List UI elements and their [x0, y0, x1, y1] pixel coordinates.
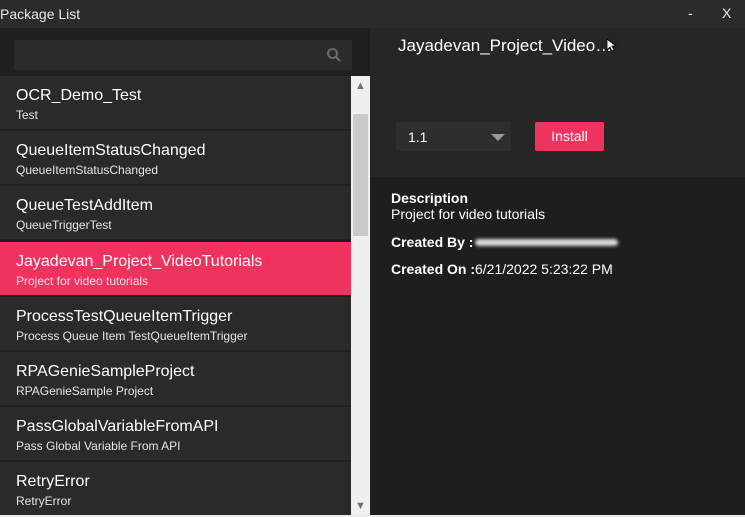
description-heading: Description	[391, 190, 469, 206]
package-description: Test	[16, 108, 39, 122]
list-item-selected[interactable]: Jayadevan_Project_VideoTutorials Project…	[0, 242, 351, 296]
package-description: RetryError	[16, 494, 72, 508]
scrollbar-thumb[interactable]	[353, 114, 368, 236]
package-name: ProcessTestQueueItemTrigger	[16, 308, 233, 325]
package-description: Project for video tutorials	[16, 274, 149, 288]
description-text: Project for video tutorials	[391, 206, 546, 222]
created-on-label: Created On :	[391, 261, 476, 277]
detail-header: Jayadevan_Project_Video… 1.1 Install	[370, 28, 745, 177]
list-item[interactable]: RPAGenieSampleProject RPAGenieSample Pro…	[0, 352, 351, 406]
minimize-button[interactable]: -	[688, 5, 693, 21]
list-item[interactable]: ProcessTestQueueItemTrigger Process Queu…	[0, 297, 351, 351]
package-name: QueueItemStatusChanged	[16, 142, 206, 159]
title-bar: Package List - X	[0, 0, 745, 28]
scroll-up-icon[interactable]: ▲	[351, 76, 370, 95]
package-title: Jayadevan_Project_Video…	[398, 36, 613, 55]
close-button[interactable]: X	[722, 5, 731, 21]
list-item[interactable]: OCR_Demo_Test Test	[0, 76, 351, 130]
package-description: RPAGenieSample Project	[16, 384, 154, 398]
package-description: Process Queue Item TestQueueItemTrigger	[16, 329, 248, 343]
created-by-redacted	[475, 239, 618, 246]
search-icon[interactable]	[326, 47, 342, 63]
created-on-value: 6/21/2022 5:23:22 PM	[475, 261, 613, 277]
package-name: QueueTestAddItem	[16, 197, 153, 214]
mouse-cursor-icon	[606, 38, 618, 52]
version-value: 1.1	[408, 129, 428, 145]
window-title: Package List	[0, 6, 81, 22]
chevron-down-icon	[491, 134, 505, 141]
list-item[interactable]: PassGlobalVariableFromAPI Pass Global Va…	[0, 407, 351, 461]
package-description: QueueTriggerTest	[16, 218, 112, 232]
package-name: RPAGenieSampleProject	[16, 363, 195, 380]
package-description: Pass Global Variable From API	[16, 439, 181, 453]
list-item[interactable]: RetryError RetryError	[0, 462, 351, 515]
scroll-down-icon[interactable]: ▼	[351, 496, 370, 515]
list-item[interactable]: QueueTestAddItem QueueTriggerTest	[0, 186, 351, 240]
install-button[interactable]: Install	[535, 122, 604, 151]
version-dropdown[interactable]: 1.1	[396, 122, 511, 151]
search-input[interactable]	[14, 40, 352, 70]
package-description: QueueItemStatusChanged	[16, 163, 159, 177]
package-name: OCR_Demo_Test	[16, 87, 142, 104]
list-item[interactable]: QueueItemStatusChanged QueueItemStatusCh…	[0, 131, 351, 185]
package-list-panel: OCR_Demo_Test Test QueueItemStatusChange…	[0, 28, 370, 515]
created-by-label: Created By :	[391, 234, 474, 250]
package-name: RetryError	[16, 473, 90, 490]
package-list: OCR_Demo_Test Test QueueItemStatusChange…	[0, 76, 351, 515]
package-name: Jayadevan_Project_VideoTutorials	[16, 253, 263, 270]
package-detail-panel: Jayadevan_Project_Video… 1.1 Install Des…	[370, 28, 745, 515]
package-name: PassGlobalVariableFromAPI	[16, 418, 219, 435]
list-scrollbar[interactable]: ▲ ▼	[351, 76, 370, 515]
